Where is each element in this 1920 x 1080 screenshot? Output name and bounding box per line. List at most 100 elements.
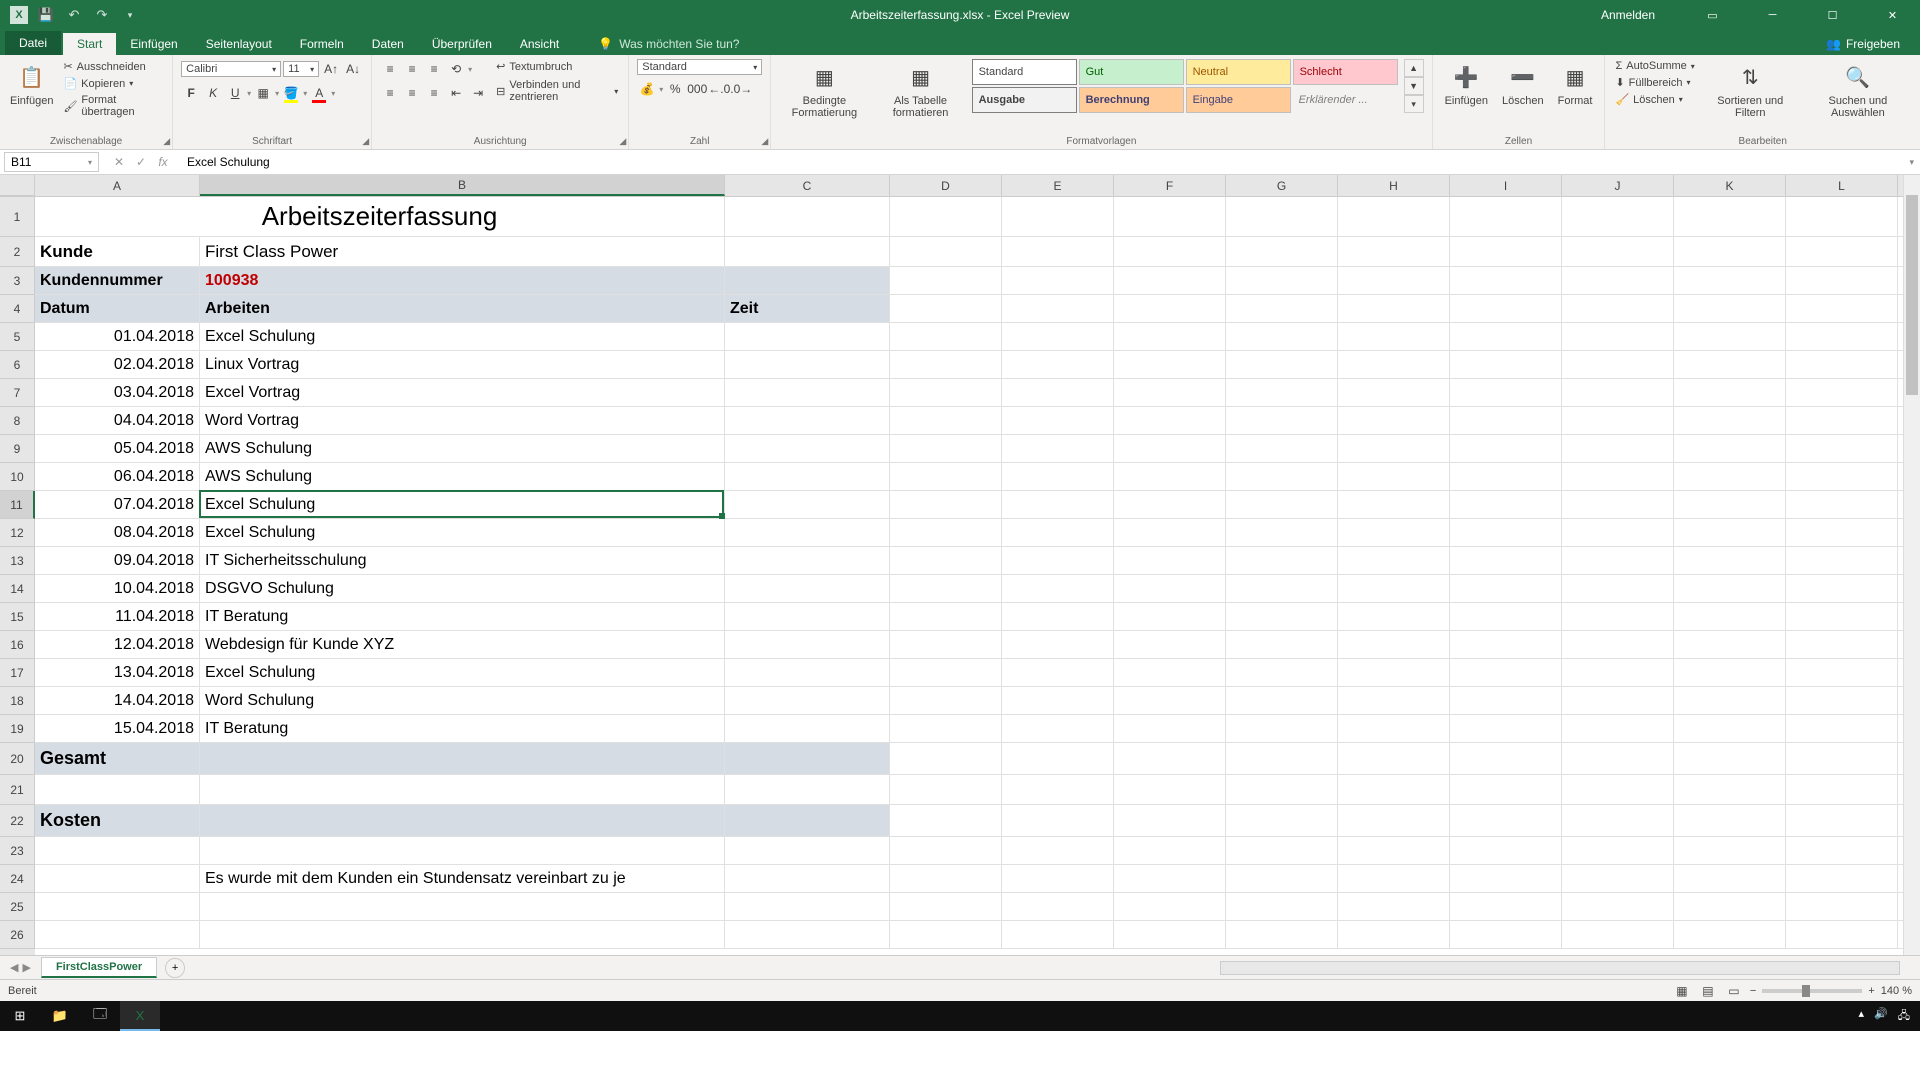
font-color-button[interactable]: A — [309, 83, 329, 103]
cell[interactable] — [1674, 491, 1786, 518]
cell[interactable] — [200, 743, 725, 774]
cell[interactable]: Gesamt — [35, 743, 200, 774]
row-header-20[interactable]: 20 — [0, 743, 35, 775]
row-header-23[interactable]: 23 — [0, 837, 35, 865]
start-button[interactable]: ⊞ — [0, 1001, 40, 1031]
cell[interactable] — [1674, 267, 1786, 294]
cell[interactable] — [1674, 197, 1786, 236]
cell[interactable] — [1226, 379, 1338, 406]
row-header-10[interactable]: 10 — [0, 463, 35, 491]
gallery-more-icon[interactable]: ▾ — [1404, 95, 1424, 113]
zoom-slider[interactable] — [1762, 989, 1862, 993]
cell[interactable] — [1114, 519, 1226, 546]
cell[interactable] — [1562, 659, 1674, 686]
cell[interactable]: 08.04.2018 — [35, 519, 200, 546]
cell[interactable] — [1674, 865, 1786, 892]
cell[interactable]: 02.04.2018 — [35, 351, 200, 378]
cell[interactable] — [1002, 603, 1114, 630]
cell[interactable] — [1002, 837, 1114, 864]
cell[interactable] — [1450, 463, 1562, 490]
cell[interactable] — [1674, 659, 1786, 686]
cell[interactable] — [725, 407, 890, 434]
cell[interactable] — [1114, 295, 1226, 322]
taskbar-file-explorer[interactable]: 📁 — [40, 1001, 80, 1031]
cell[interactable] — [1562, 805, 1674, 836]
cell[interactable] — [1114, 491, 1226, 518]
cell[interactable] — [1786, 323, 1898, 350]
cell[interactable] — [1338, 631, 1450, 658]
cell[interactable] — [1114, 659, 1226, 686]
cell[interactable] — [1226, 865, 1338, 892]
cell[interactable] — [725, 921, 890, 948]
cell[interactable] — [1562, 197, 1674, 236]
cell[interactable] — [1450, 805, 1562, 836]
cell[interactable]: 07.04.2018 — [35, 491, 200, 518]
row-header-12[interactable]: 12 — [0, 519, 35, 547]
cell[interactable] — [1786, 631, 1898, 658]
cell[interactable]: Kosten — [35, 805, 200, 836]
cell[interactable] — [890, 921, 1002, 948]
cell[interactable] — [35, 921, 200, 948]
formula-input[interactable]: Excel Schulung — [179, 153, 1903, 171]
delete-cells-button[interactable]: ➖Löschen — [1498, 59, 1548, 109]
cell[interactable] — [1562, 379, 1674, 406]
align-left-icon[interactable]: ≡ — [380, 83, 400, 103]
cell[interactable]: 03.04.2018 — [35, 379, 200, 406]
cell[interactable] — [890, 743, 1002, 774]
cell[interactable] — [1338, 575, 1450, 602]
cell[interactable] — [1226, 893, 1338, 920]
cell[interactable]: 15.04.2018 — [35, 715, 200, 742]
cell[interactable]: 04.04.2018 — [35, 407, 200, 434]
cell[interactable] — [1002, 491, 1114, 518]
cell[interactable] — [1226, 715, 1338, 742]
row-header-3[interactable]: 3 — [0, 267, 35, 295]
cell[interactable]: AWS Schulung — [200, 435, 725, 462]
cell[interactable]: Excel Schulung — [200, 659, 725, 686]
cell[interactable] — [1114, 775, 1226, 804]
cell[interactable] — [200, 837, 725, 864]
cell[interactable] — [1226, 547, 1338, 574]
cell[interactable] — [1114, 715, 1226, 742]
cell[interactable] — [1002, 237, 1114, 266]
cell[interactable] — [890, 237, 1002, 266]
cell[interactable] — [1226, 491, 1338, 518]
cell[interactable] — [725, 631, 890, 658]
cell[interactable]: 06.04.2018 — [35, 463, 200, 490]
cell[interactable] — [1338, 463, 1450, 490]
cell[interactable] — [1674, 603, 1786, 630]
increase-decimal-icon[interactable]: ←.0 — [709, 79, 729, 99]
cancel-formula-icon[interactable]: ✕ — [109, 152, 129, 172]
fx-icon[interactable]: fx — [153, 152, 173, 172]
cell[interactable] — [1226, 921, 1338, 948]
cell[interactable] — [1002, 435, 1114, 462]
align-bottom-icon[interactable]: ≡ — [424, 59, 444, 79]
cell[interactable] — [1786, 379, 1898, 406]
cell[interactable] — [1450, 865, 1562, 892]
style-eingabe[interactable]: Eingabe — [1186, 87, 1291, 113]
row-header-21[interactable]: 21 — [0, 775, 35, 805]
row-header-16[interactable]: 16 — [0, 631, 35, 659]
format-painter-button[interactable]: 🖌Format übertragen — [61, 93, 164, 119]
cell[interactable] — [1450, 921, 1562, 948]
cell[interactable]: 14.04.2018 — [35, 687, 200, 714]
cell[interactable]: 09.04.2018 — [35, 547, 200, 574]
row-header-5[interactable]: 5 — [0, 323, 35, 351]
cell[interactable]: First Class Power — [200, 237, 725, 266]
row-header-24[interactable]: 24 — [0, 865, 35, 893]
decrease-indent-icon[interactable]: ⇤ — [446, 83, 466, 103]
cell[interactable] — [1226, 687, 1338, 714]
cell[interactable] — [1674, 921, 1786, 948]
cell[interactable]: Kundennummer — [35, 267, 200, 294]
increase-font-icon[interactable]: A↑ — [321, 59, 341, 79]
cell[interactable] — [1338, 295, 1450, 322]
cell[interactable] — [1674, 775, 1786, 804]
row-header-26[interactable]: 26 — [0, 921, 35, 949]
cell[interactable] — [1562, 893, 1674, 920]
cell[interactable] — [1674, 435, 1786, 462]
cell[interactable] — [200, 893, 725, 920]
row-header-4[interactable]: 4 — [0, 295, 35, 323]
font-launcher-icon[interactable]: ◢ — [362, 136, 369, 147]
decrease-decimal-icon[interactable]: .0→ — [731, 79, 751, 99]
cell[interactable]: Linux Vortrag — [200, 351, 725, 378]
cell[interactable] — [1338, 603, 1450, 630]
